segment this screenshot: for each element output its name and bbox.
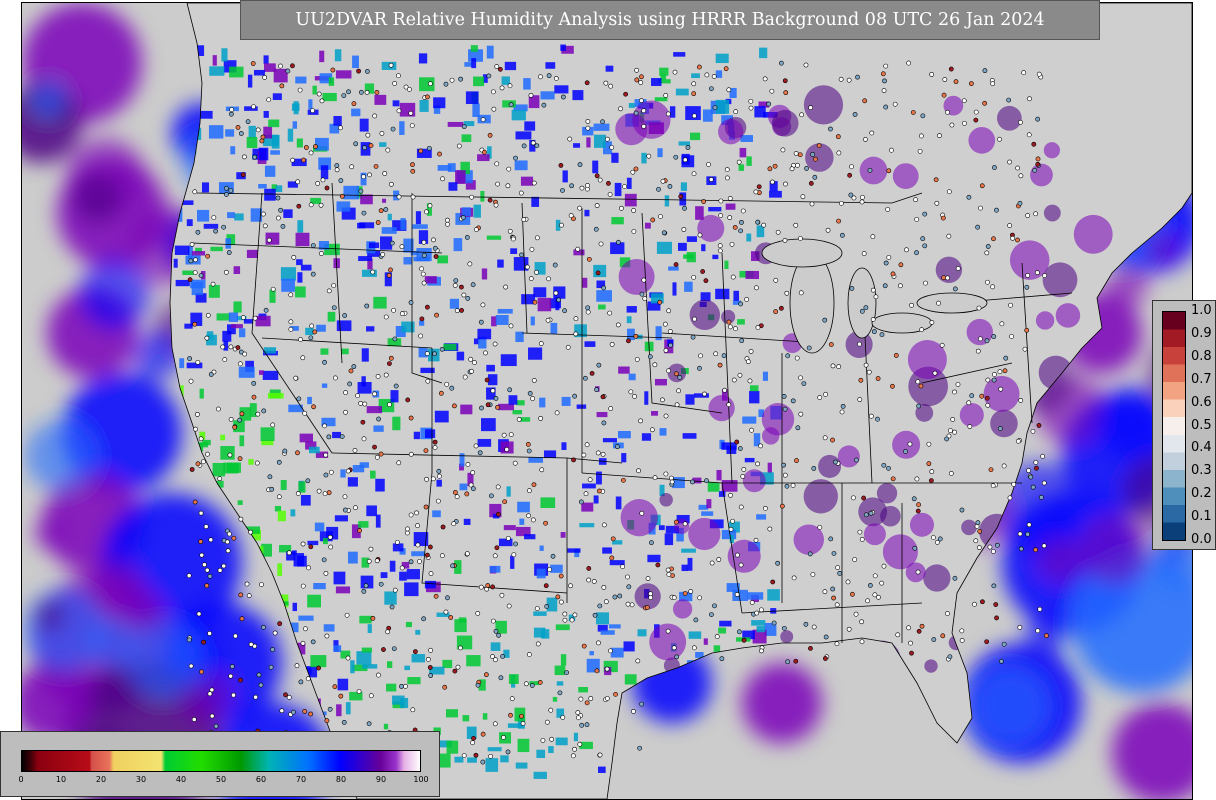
qc-tick-label: 0.4 <box>1191 440 1212 456</box>
qc-weight-colorbar: 1.0 0.9 0.8 0.7 0.6 0.5 0.4 0.3 0.2 0.1 0.0 <box>1152 300 1216 550</box>
humidity-tick-label: 40 <box>175 775 187 784</box>
qc-tick-label: 1.0 <box>1191 303 1212 318</box>
qc-tick-label: 0.1 <box>1191 509 1212 525</box>
qc-tick-label: 0.0 <box>1191 532 1212 547</box>
qc-tick-label: 0.3 <box>1191 463 1212 479</box>
qc-tick-label: 0.9 <box>1191 325 1212 341</box>
map-title: UU2DVAR Relative Humidity Analysis using… <box>240 0 1100 40</box>
qc-colorbar-strip <box>1162 311 1186 541</box>
humidity-colorbar: 0 10 20 30 40 50 60 70 80 90 100 <box>0 731 440 797</box>
humidity-map[interactable] <box>22 3 1192 799</box>
map-panel[interactable] <box>21 2 1193 800</box>
humidity-tick-label: 20 <box>95 775 107 784</box>
humidity-colorbar-strip <box>21 750 421 772</box>
humidity-tick-label: 70 <box>295 775 307 784</box>
humidity-tick-label: 80 <box>335 775 347 784</box>
qc-tick-label: 0.8 <box>1191 348 1212 364</box>
qc-tick-label: 0.7 <box>1191 371 1212 387</box>
humidity-tick-label: 50 <box>215 775 227 784</box>
humidity-tick-label: 10 <box>55 775 67 784</box>
qc-tick-label: 0.6 <box>1191 394 1212 410</box>
qc-tick-label: 0.2 <box>1191 486 1212 502</box>
qc-tick-label: 0.5 <box>1191 417 1212 433</box>
humidity-tick-label: 30 <box>135 775 147 784</box>
humidity-tick-label: 60 <box>255 775 267 784</box>
humidity-tick-label: 100 <box>413 775 429 784</box>
humidity-tick-label: 0 <box>18 775 24 784</box>
humidity-tick-label: 90 <box>375 775 387 784</box>
